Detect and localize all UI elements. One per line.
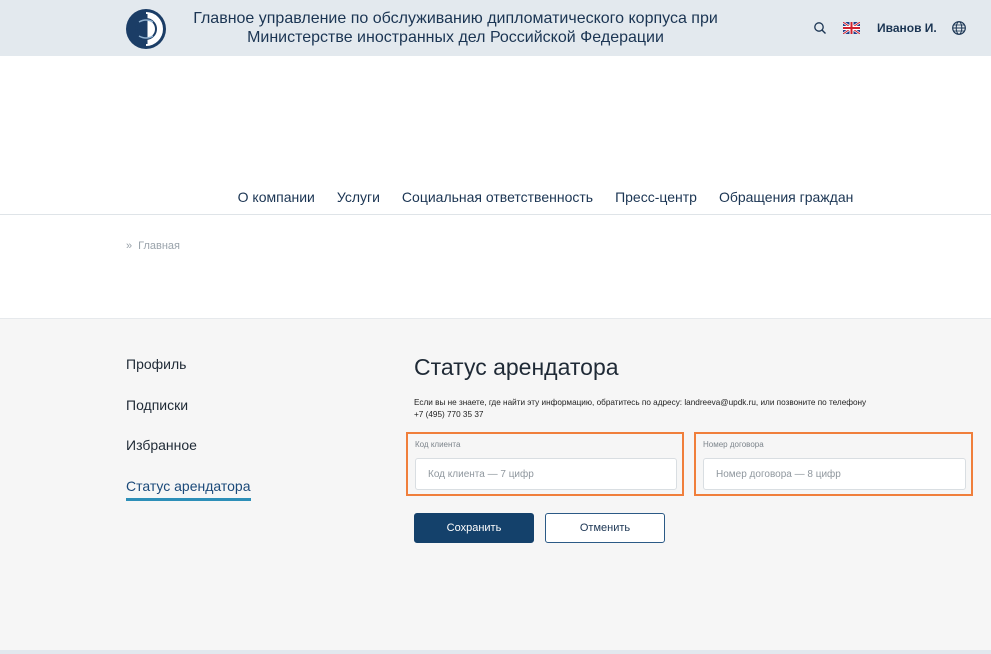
client-code-label: Код клиента [415,440,461,449]
help-phone: +7 (495) 770 35 37 [414,410,484,419]
logo-icon[interactable] [125,8,167,50]
top-header: Главное управление по обслуживанию дипло… [0,0,991,56]
breadcrumb-separator: » [126,240,133,252]
main-nav: О компании Услуги Социальная ответственн… [0,186,991,208]
client-code-input[interactable] [415,458,677,490]
help-text-line: Если вы не знаете, где найти эту информа… [414,398,867,407]
user-name[interactable]: Иванов И. [877,20,937,36]
sidebar-item-subscriptions[interactable]: Подписки [126,396,188,414]
sidebar-item-tenant-status[interactable]: Статус арендатора [126,477,251,501]
breadcrumb: » Главная [126,240,180,252]
contract-number-input[interactable] [703,458,966,490]
save-button[interactable]: Сохранить [414,513,534,543]
uk-flag-icon[interactable] [842,21,861,35]
help-text: Если вы не знаете, где найти эту информа… [414,397,934,421]
globe-icon[interactable] [951,20,967,36]
nav-item-about[interactable]: О компании [238,186,315,208]
org-title: Главное управление по обслуживанию дипло… [193,10,718,46]
sidebar-item-profile[interactable]: Профиль [126,355,186,373]
nav-divider [0,214,991,215]
cancel-button[interactable]: Отменить [545,513,665,543]
search-icon[interactable] [812,20,828,36]
nav-item-social-responsibility[interactable]: Социальная ответственность [402,186,593,208]
nav-item-citizen-appeals[interactable]: Обращения граждан [719,186,853,208]
nav-item-press-center[interactable]: Пресс-центр [615,186,697,208]
page-title: Статус арендатора [414,354,619,380]
client-code-field-group: Код клиента [406,432,684,496]
contract-number-field-group: Номер договора [694,432,973,496]
footer-divider [0,650,991,654]
nav-item-services[interactable]: Услуги [337,186,380,208]
breadcrumb-home-link[interactable]: Главная [138,240,180,252]
sidebar-item-favorites[interactable]: Избранное [126,436,197,454]
contract-number-label: Номер договора [703,440,764,449]
